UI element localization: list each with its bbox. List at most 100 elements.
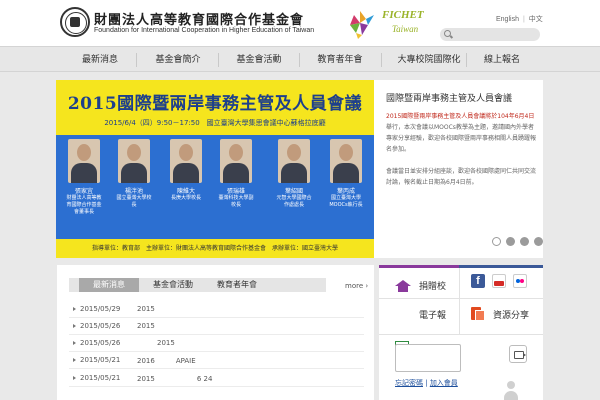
nav-online-registration[interactable]: 線上報名 — [472, 47, 532, 73]
speaker-photo — [118, 139, 150, 183]
news-row[interactable]: 2015/05/26 2015 — [69, 336, 364, 352]
lang-chinese-link[interactable]: 中文 — [527, 16, 545, 23]
carousel-dot[interactable] — [506, 237, 515, 246]
carousel-dot[interactable] — [520, 237, 529, 246]
quick-links: 捐贈校 f 電子報 資源分享 忘記密碼 | 加入會員 — [379, 265, 543, 400]
tab-latest-news[interactable]: 最新消息 — [79, 278, 139, 292]
tab-educators-conference[interactable]: 教育者年會 — [207, 278, 267, 292]
carousel-dot[interactable] — [534, 237, 543, 246]
speaker-name: 張家宜 — [74, 188, 93, 195]
more-link[interactable]: more — [345, 282, 368, 290]
brand-text: FICHET — [382, 9, 424, 21]
speaker-name: 葉丙成 — [336, 188, 355, 195]
flickr-icon[interactable] — [513, 274, 527, 288]
carousel-dot-active[interactable] — [492, 237, 501, 246]
speaker-card: 張瑞雄 臺灣科技大學副校長 — [218, 139, 254, 239]
resource-share-icon — [471, 307, 485, 321]
fichet-bird-logo[interactable] — [340, 5, 380, 41]
news-title[interactable]: 2015 6 24 — [137, 374, 212, 384]
member-login-field[interactable] — [395, 344, 461, 372]
news-date: 2015/05/29 — [80, 305, 121, 313]
partner-schools-link[interactable]: 捐贈校 — [379, 268, 459, 298]
search-input[interactable] — [454, 29, 536, 40]
speaker-title: 臺灣科技大學副校長 — [218, 195, 254, 208]
resource-sharing-label: 資源分享 — [493, 311, 530, 321]
speaker-title: 元智大學國際合作處處長 — [276, 195, 312, 208]
hero-banner: 2015國際暨兩岸事務主管及人員會議 2015/6/4（四）9:50－17:50… — [56, 80, 543, 258]
header-search[interactable] — [440, 28, 540, 41]
news-row[interactable]: 2015/05/21 2016 APAIE — [69, 353, 364, 369]
lang-english-link[interactable]: English — [494, 16, 521, 23]
news-row[interactable]: 2015/05/21 2015 6 24 — [69, 371, 364, 387]
bullet-icon — [73, 376, 76, 380]
speaker-card: 楊泮池 國立臺灣大學校長 — [116, 139, 152, 239]
bullet-icon — [73, 341, 76, 345]
enewsletter-label: 電子報 — [419, 311, 447, 321]
banner-news-text: 會議當日並安排分組座談，歡迎各校國際處同仁共同交流討論，報名截止日期為6月4日前… — [386, 168, 537, 186]
member-links: 忘記密碼 | 加入會員 — [395, 379, 458, 387]
user-avatar-icon — [503, 381, 519, 400]
enewsletter-link[interactable]: 電子報 — [379, 299, 459, 352]
conference-poster[interactable]: 2015國際暨兩岸事務主管及人員會議 2015/6/4（四）9:50－17:50… — [56, 80, 374, 258]
banner-news-highlight: 2015國際暨兩岸事務主管及人員會議將於104年6月4日 — [386, 113, 535, 120]
join-member-link[interactable]: 加入會員 — [430, 379, 458, 387]
banner-news-text: 舉行，本次會議以MOOCs教學為主題，邀請國內外學者專家分享經驗，歡迎各校國際暨… — [386, 124, 537, 153]
nav-internationalization[interactable]: 大專校院國際化 — [386, 47, 472, 73]
nav-divider — [466, 53, 467, 67]
search-icon[interactable] — [444, 30, 451, 37]
facebook-icon[interactable]: f — [471, 274, 485, 288]
house-icon — [395, 280, 411, 292]
accent-strip — [459, 265, 543, 268]
news-row[interactable]: 2015/05/29 2015 — [69, 302, 364, 318]
speaker-photo — [170, 139, 202, 183]
nav-divider — [136, 53, 137, 67]
speaker-photo — [278, 139, 310, 183]
news-title[interactable]: 2015 — [157, 339, 175, 347]
speaker-band: 張家宜 財團法人高等教育國際合作基金會董事長 楊泮池 國立臺灣大學校長 陳維大 … — [56, 135, 374, 239]
nav-about[interactable]: 基金會簡介 — [143, 47, 213, 73]
divider — [379, 334, 543, 335]
banner-news-title[interactable]: 國際暨兩岸事務主管及人員會議 — [386, 91, 512, 104]
news-date: 2015/05/21 — [80, 374, 121, 382]
news-box: 最新消息 基金會活動 教育者年會 more 2015/05/29 2015 20… — [57, 265, 374, 400]
speaker-card: 葉丙成 國立臺灣大學MOOCs執行長 — [328, 139, 364, 239]
banner-news-panel: 國際暨兩岸事務主管及人員會議 2015國際暨兩岸事務主管及人員會議將於104年6… — [374, 80, 543, 258]
news-date: 2015/05/26 — [80, 339, 121, 347]
nav-latest-news[interactable]: 最新消息 — [70, 47, 130, 73]
bullet-icon — [73, 307, 76, 311]
forgot-password-link[interactable]: 忘記密碼 — [395, 379, 423, 387]
news-title[interactable]: 2015 — [137, 305, 155, 313]
speaker-name: 張瑞雄 — [226, 188, 245, 195]
tab-activities[interactable]: 基金會活動 — [143, 278, 203, 292]
org-name-cn[interactable]: 財團法人高等教育國際合作基金會 — [94, 9, 304, 28]
banner-news-body: 2015國際暨兩岸事務主管及人員會議將於104年6月4日舉行，本次會議以MOOC… — [386, 111, 538, 188]
nav-activities[interactable]: 基金會活動 — [224, 47, 294, 73]
partner-schools-label: 捐贈校 — [419, 282, 447, 292]
speaker-name: 楊泮池 — [124, 188, 143, 195]
speaker-name: 葉紹國 — [284, 188, 303, 195]
news-row[interactable]: 2015/05/26 2015 — [69, 319, 364, 335]
youtube-icon[interactable] — [492, 274, 506, 288]
bullet-icon — [73, 358, 76, 362]
speaker-card: 陳維大 長庚大學校長 — [168, 139, 204, 239]
speaker-title: 國立臺灣大學MOOCs執行長 — [329, 195, 363, 208]
brand-subtext: Taiwan — [392, 24, 419, 34]
lang-separator: | — [522, 16, 525, 23]
nav-divider — [299, 53, 300, 67]
nav-divider — [381, 53, 382, 67]
foundation-seal-logo[interactable] — [60, 7, 90, 37]
news-tabs: 最新消息 基金會活動 教育者年會 — [69, 278, 326, 292]
speaker-photo — [330, 139, 362, 183]
news-title[interactable]: 2015 — [137, 322, 155, 330]
login-button[interactable] — [509, 345, 527, 363]
speaker-card: 張家宜 財團法人高等教育國際合作基金會董事長 — [66, 139, 102, 239]
language-switch: English | 中文 — [494, 14, 545, 24]
resource-sharing-link[interactable]: 資源分享 — [459, 299, 543, 333]
nav-educators-conference[interactable]: 教育者年會 — [305, 47, 375, 73]
poster-organizers: 指導單位：教育部 主辦單位：財團法人高等教育國際合作基金會 承辦單位：國立臺灣大… — [91, 245, 338, 252]
org-name-en: Foundation for International Cooperation… — [94, 27, 315, 34]
poster-title: 2015國際暨兩岸事務主管及人員會議 — [67, 94, 363, 114]
speaker-photo — [220, 139, 252, 183]
news-date: 2015/05/21 — [80, 356, 121, 364]
news-title[interactable]: 2016 APAIE — [137, 356, 196, 366]
